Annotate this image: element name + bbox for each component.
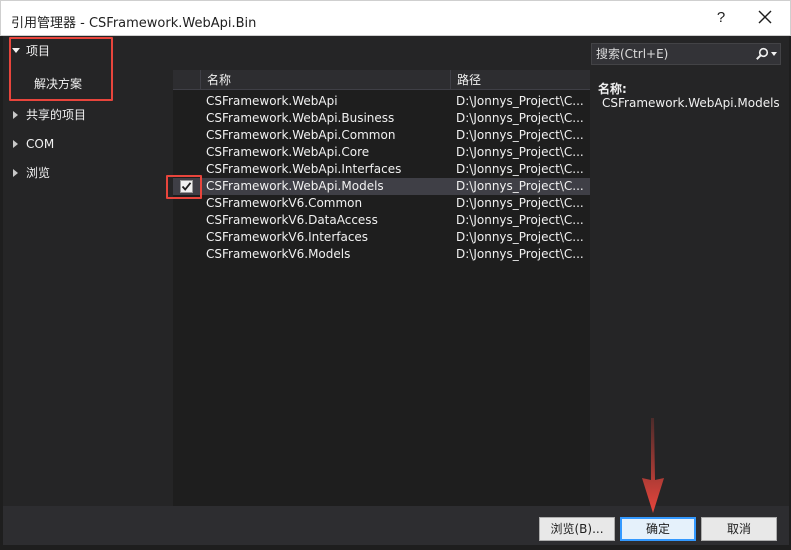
expand-arrow-icon[interactable]	[12, 48, 20, 53]
nav-item-shared-projects[interactable]: 共享的项目	[26, 105, 86, 125]
list-header: 名称 路径	[173, 70, 590, 90]
help-button[interactable]: ?	[713, 9, 729, 26]
table-row[interactable]: CSFramework.WebApi D:\Jonnys_Project\C..…	[173, 93, 590, 110]
detail-label: 名称:	[598, 82, 627, 96]
row-path: D:\Jonnys_Project\C...	[456, 230, 584, 244]
row-path: D:\Jonnys_Project\C...	[456, 162, 584, 176]
row-name: CSFrameworkV6.DataAccess	[206, 213, 378, 227]
row-path: D:\Jonnys_Project\C...	[456, 145, 584, 159]
column-header-name[interactable]: 名称	[200, 70, 450, 90]
chevron-down-icon[interactable]	[771, 52, 777, 56]
row-path: D:\Jonnys_Project\C...	[456, 111, 584, 125]
row-checkbox[interactable]	[180, 180, 193, 193]
table-row[interactable]: CSFramework.WebApi.Core D:\Jonnys_Projec…	[173, 144, 590, 161]
row-name: CSFrameworkV6.Interfaces	[206, 230, 369, 244]
row-path: D:\Jonnys_Project\C...	[456, 213, 584, 227]
cancel-button[interactable]: 取消	[701, 517, 777, 541]
nav-item-com[interactable]: COM	[26, 134, 54, 154]
row-name: CSFrameworkV6.Models	[206, 247, 351, 261]
row-path: D:\Jonnys_Project\C...	[456, 128, 584, 142]
title-bar: 引用管理器 - CSFramework.WebApi.Bin ?	[0, 0, 791, 36]
checkmark-icon	[181, 182, 192, 191]
row-name: CSFramework.WebApi.Core	[206, 145, 370, 159]
collapse-arrow-icon[interactable]	[13, 140, 18, 148]
collapse-arrow-icon[interactable]	[13, 111, 18, 119]
table-row[interactable]: CSFrameworkV6.DataAccess D:\Jonnys_Proje…	[173, 212, 590, 229]
table-row[interactable]: CSFrameworkV6.Common D:\Jonnys_Project\C…	[173, 195, 590, 212]
table-row[interactable]: CSFramework.WebApi.Interfaces D:\Jonnys_…	[173, 161, 590, 178]
close-icon[interactable]	[755, 7, 775, 27]
window-title: 引用管理器 - CSFramework.WebApi.Bin	[11, 16, 257, 31]
row-name: CSFramework.WebApi.Models	[206, 179, 384, 193]
search-icon[interactable]	[755, 47, 769, 61]
nav-item-solution[interactable]: 解决方案	[34, 74, 82, 94]
ok-button[interactable]: 确定	[620, 517, 696, 541]
table-row[interactable]: CSFramework.WebApi.Business D:\Jonnys_Pr…	[173, 110, 590, 127]
table-row[interactable]: CSFrameworkV6.Models D:\Jonnys_Project\C…	[173, 246, 590, 263]
row-name: CSFrameworkV6.Common	[206, 196, 363, 210]
nav-item-projects[interactable]: 项目	[26, 41, 50, 61]
search-input[interactable]	[596, 46, 746, 62]
detail-value: CSFramework.WebApi.Models	[602, 96, 780, 110]
row-name: CSFramework.WebApi.Business	[206, 111, 395, 125]
table-row-selected[interactable]: CSFramework.WebApi.Models D:\Jonnys_Proj…	[173, 178, 590, 195]
table-row[interactable]: CSFrameworkV6.Interfaces D:\Jonnys_Proje…	[173, 229, 590, 246]
reference-list: 名称 路径 CSFramework.WebApi D:\Jonnys_Proje…	[173, 70, 590, 506]
browse-button[interactable]: 浏览(B)...	[539, 517, 615, 541]
nav-item-browse[interactable]: 浏览	[26, 163, 50, 183]
search-box[interactable]	[591, 43, 781, 65]
column-header-path[interactable]: 路径	[450, 70, 590, 90]
background-ide-bottom	[0, 545, 791, 550]
row-path: D:\Jonnys_Project\C...	[456, 94, 584, 108]
row-name: CSFramework.WebApi	[206, 94, 338, 108]
collapse-arrow-icon[interactable]	[13, 169, 18, 177]
detail-pane: 名称: CSFramework.WebApi.Models	[591, 70, 786, 506]
row-path: D:\Jonnys_Project\C...	[456, 179, 584, 193]
row-name: CSFramework.WebApi.Interfaces	[206, 162, 402, 176]
row-path: D:\Jonnys_Project\C...	[456, 196, 584, 210]
table-row[interactable]: CSFramework.WebApi.Common D:\Jonnys_Proj…	[173, 127, 590, 144]
row-name: CSFramework.WebApi.Common	[206, 128, 396, 142]
row-path: D:\Jonnys_Project\C...	[456, 247, 584, 261]
